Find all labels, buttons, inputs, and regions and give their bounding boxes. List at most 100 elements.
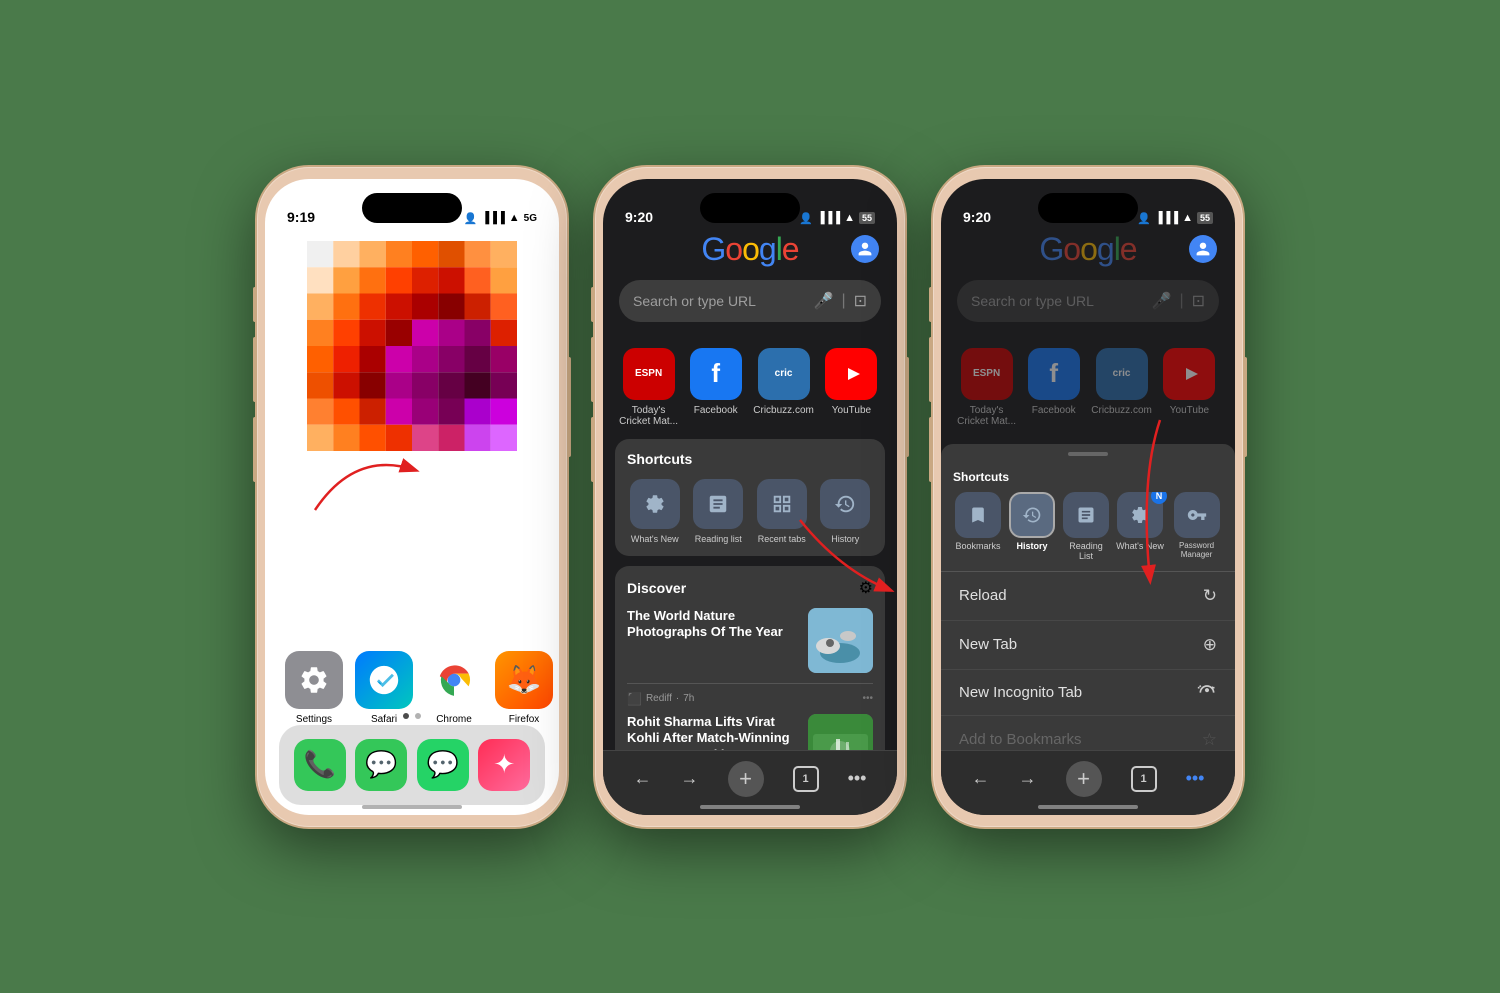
profile-button-2[interactable]	[851, 235, 879, 263]
youtube-label-3: YouTube	[1170, 405, 1209, 416]
astro-dock-icon[interactable]: ✦	[478, 739, 530, 791]
source-name-1: Rediff	[646, 693, 672, 704]
shortcuts-title-2: Shortcuts	[627, 451, 873, 467]
settings-label: Settings	[296, 714, 332, 725]
recent-tabs-icon[interactable]	[757, 479, 807, 529]
bookmark-label: Bookmarks	[955, 541, 1000, 551]
menu-password-item[interactable]: Password Manager	[1169, 492, 1223, 561]
youtube-icon[interactable]	[825, 348, 877, 400]
menu-button-2[interactable]: •••	[848, 768, 867, 789]
settings-app[interactable]: Settings	[285, 651, 343, 725]
astro-dock-app[interactable]: ✦	[478, 739, 530, 791]
add-bookmark-menu-item[interactable]: Add to Bookmarks ☆	[941, 716, 1235, 750]
chrome-menu-overlay: Shortcuts Bookmarks	[941, 444, 1235, 750]
quick-link-fb-3: f Facebook	[1024, 348, 1083, 427]
quick-link-cric[interactable]: cric Cricbuzz.com	[753, 348, 814, 427]
discover-card-1[interactable]: The World Nature Photographs Of The Year	[627, 608, 873, 673]
quick-link-yt[interactable]: YouTube	[822, 348, 881, 427]
menu-history-item[interactable]: History	[1007, 492, 1057, 561]
new-tab-label: New Tab	[959, 636, 1017, 653]
facebook-icon[interactable]: f	[690, 348, 742, 400]
espn-icon[interactable]: ESPN	[623, 348, 675, 400]
tabs-count-2[interactable]: 1	[793, 766, 819, 792]
menu-whats-new-item[interactable]: N What's New	[1115, 492, 1165, 561]
discover-settings-icon[interactable]: ⚙	[859, 578, 873, 598]
discover-headline-1: The World Nature Photographs Of The Year	[627, 608, 798, 642]
discover-title-2: Discover	[627, 580, 686, 596]
menu-shortcut-row: Bookmarks History	[953, 492, 1223, 561]
phone-dock-icon[interactable]: 📞	[294, 739, 346, 791]
whatsapp-dock-icon[interactable]: 💬	[417, 739, 469, 791]
menu-history-icon[interactable]	[1009, 492, 1055, 538]
menu-shortcuts-title: Shortcuts	[953, 470, 1223, 484]
reading-list-icon[interactable]	[693, 479, 743, 529]
history-label: History	[831, 534, 859, 544]
article-time-1: 7h	[683, 693, 694, 704]
more-icon-1[interactable]: •••	[862, 693, 873, 704]
whats-new-icon[interactable]	[630, 479, 680, 529]
camera-icon-3: ⊡	[1192, 291, 1205, 311]
chrome-icon[interactable]	[425, 651, 483, 709]
power-button-3	[1243, 357, 1247, 457]
search-bar-2[interactable]: Search or type URL 🎤 | ⊡	[619, 280, 881, 322]
forward-button-3[interactable]: →	[1019, 768, 1037, 789]
dynamic-island	[362, 193, 462, 223]
tabs-count-3[interactable]: 1	[1131, 766, 1157, 792]
discover-thumb-2	[808, 714, 873, 750]
forward-button-2[interactable]: →	[681, 768, 699, 789]
chrome-scroll-area[interactable]: Google Search or type URL 🎤 | ⊡ ESPN	[603, 179, 897, 750]
dynamic-island-2	[700, 193, 800, 223]
messages-dock-icon[interactable]: 💬	[355, 739, 407, 791]
messages-dock-app[interactable]: 💬	[355, 739, 407, 791]
menu-reading-item[interactable]: Reading List	[1061, 492, 1111, 561]
firefox-app[interactable]: 🦊 Firefox	[495, 651, 553, 725]
phone-3: 9:20 👤 ▐▐▐ ▲ 55 Google Search or type UR…	[933, 167, 1243, 827]
status-icons-1: 👤 ▐▐▐ ▲ 5G	[464, 212, 537, 225]
camera-icon[interactable]: ⊡	[854, 291, 867, 311]
youtube-label: YouTube	[832, 405, 871, 416]
incognito-menu-item[interactable]: New Incognito Tab	[941, 670, 1235, 716]
reading-list-label-3: Reading List	[1061, 541, 1111, 561]
new-tab-button-3[interactable]: +	[1066, 761, 1102, 797]
new-tab-button-2[interactable]: +	[728, 761, 764, 797]
chrome-app[interactable]: Chrome	[425, 651, 483, 725]
quick-link-fb[interactable]: f Facebook	[686, 348, 745, 427]
home-indicator-1	[362, 805, 462, 809]
back-button-2[interactable]: ←	[634, 768, 652, 789]
safari-icon[interactable]	[355, 651, 413, 709]
history-icon[interactable]	[820, 479, 870, 529]
cricbuzz-icon[interactable]: cric	[758, 348, 810, 400]
incognito-label: New Incognito Tab	[959, 684, 1082, 701]
settings-icon[interactable]	[285, 651, 343, 709]
page-dots	[403, 713, 421, 719]
battery-5g: 5G	[524, 213, 537, 224]
facebook-icon-3: f	[1028, 348, 1080, 400]
mute-button-2	[591, 287, 595, 322]
menu-button-3[interactable]: •••	[1186, 768, 1205, 789]
safari-label: Safari	[371, 714, 397, 725]
reading-list-icon-3[interactable]	[1063, 492, 1109, 538]
power-button	[567, 357, 571, 457]
whats-new-icon-3[interactable]: N	[1117, 492, 1163, 538]
reload-menu-item[interactable]: Reload ↻	[941, 572, 1235, 621]
back-button-3[interactable]: ←	[972, 768, 990, 789]
search-placeholder-2: Search or type URL	[633, 293, 806, 309]
discover-card-2[interactable]: Rohit Sharma Lifts Virat Kohli After Mat…	[627, 714, 873, 750]
status-time-1: 9:19	[287, 209, 315, 225]
new-tab-menu-item[interactable]: New Tab ⊕	[941, 621, 1235, 670]
quick-link-espn[interactable]: ESPN Today's Cricket Mat...	[619, 348, 678, 427]
firefox-icon[interactable]: 🦊	[495, 651, 553, 709]
bookmark-icon[interactable]	[955, 492, 1001, 538]
shortcut-reading-list[interactable]: Reading list	[691, 479, 747, 544]
search-bar-3[interactable]: Search or type URL 🎤 | ⊡	[957, 280, 1219, 322]
microphone-icon[interactable]: 🎤	[814, 291, 834, 311]
shortcut-recent-tabs[interactable]: Recent tabs	[754, 479, 810, 544]
menu-bookmark-item[interactable]: Bookmarks	[953, 492, 1003, 561]
phone-dock-app[interactable]: 📞	[294, 739, 346, 791]
dynamic-island-3	[1038, 193, 1138, 223]
password-icon[interactable]	[1174, 492, 1220, 538]
shortcut-history[interactable]: History	[818, 479, 874, 544]
wifi-icon-2: ▲	[844, 212, 855, 224]
shortcut-whats-new[interactable]: What's New	[627, 479, 683, 544]
whatsapp-dock-app[interactable]: 💬	[417, 739, 469, 791]
